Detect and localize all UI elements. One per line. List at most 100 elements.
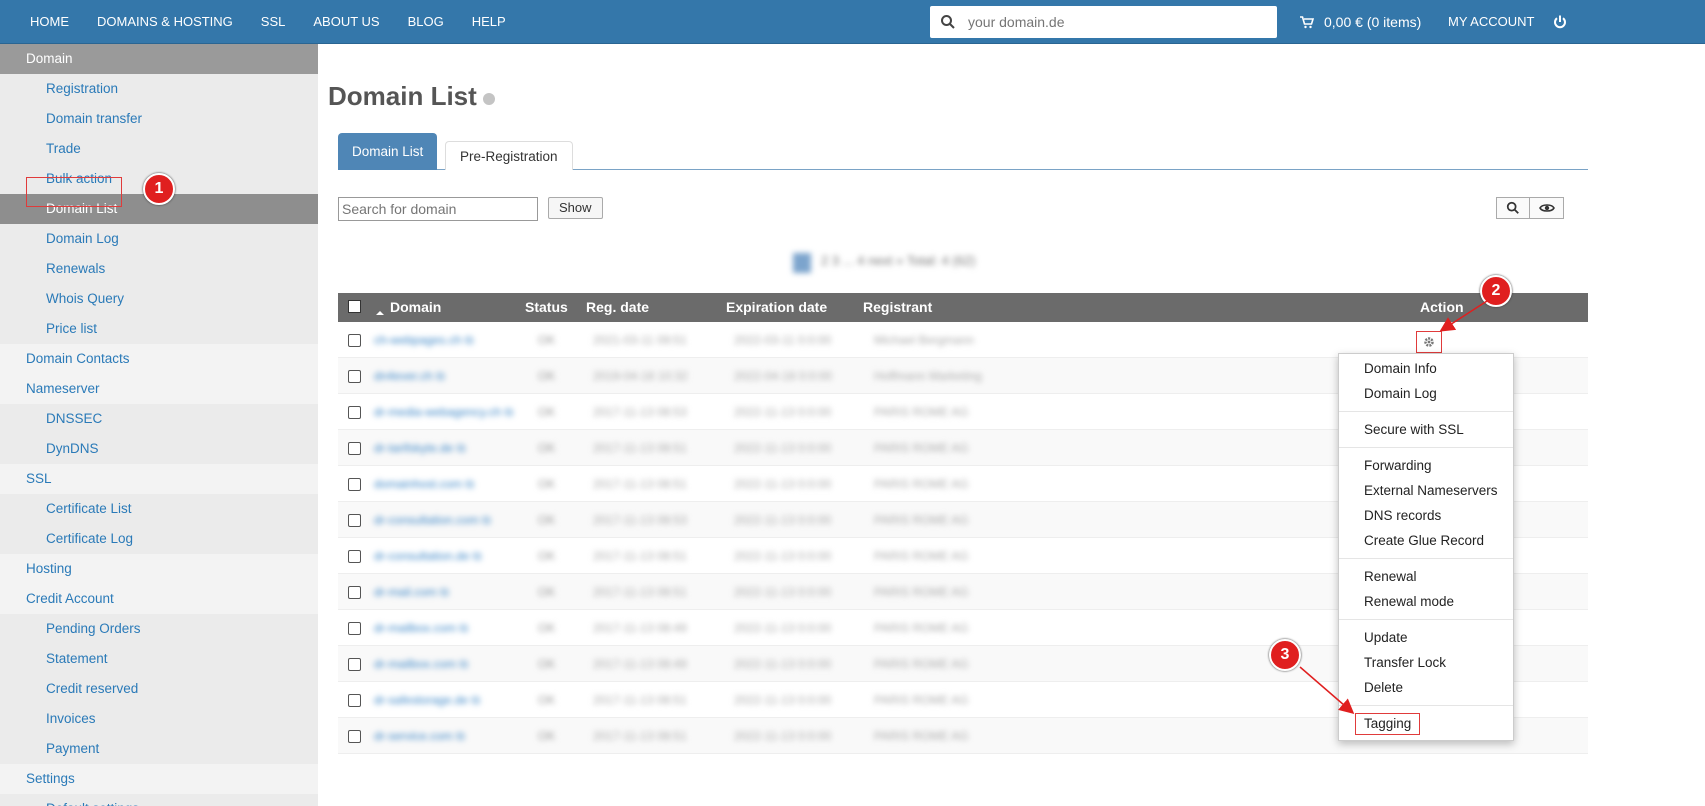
domain-link[interactable]: dn4ever.ch ⧉ — [374, 369, 445, 384]
menu-item-create-glue-record[interactable]: Create Glue Record — [1339, 528, 1513, 553]
my-account-link[interactable]: MY ACCOUNT — [1448, 0, 1534, 44]
column-registrant[interactable]: Registrant — [863, 293, 932, 322]
sidebar-item-statement[interactable]: Statement — [0, 644, 318, 674]
sidebar-item-credit-account[interactable]: Credit Account — [0, 584, 318, 614]
row-checkbox[interactable] — [348, 622, 361, 635]
sidebar-item-hosting[interactable]: Hosting — [0, 554, 318, 584]
status-value: OK — [538, 549, 556, 563]
menu-item-transfer-lock[interactable]: Transfer Lock — [1339, 650, 1513, 675]
column-reg-date[interactable]: Reg. date — [586, 293, 649, 322]
pagination-text: 2 3 ... 4 next » Total: 4 (62) — [821, 253, 976, 268]
domain-link[interactable]: ch-webpages.ch ⧉ — [374, 333, 473, 348]
menu-divider — [1339, 705, 1513, 706]
sidebar-item-invoices[interactable]: Invoices — [0, 704, 318, 734]
sidebar-item-nameserver[interactable]: Nameserver — [0, 374, 318, 404]
sidebar-item-pending-orders[interactable]: Pending Orders — [0, 614, 318, 644]
select-all-checkbox[interactable] — [348, 300, 361, 313]
sidebar-item-renewals[interactable]: Renewals — [0, 254, 318, 284]
menu-item-renewal[interactable]: Renewal — [1339, 564, 1513, 589]
pagination[interactable]: 2 3 ... 4 next » Total: 4 (62) — [793, 249, 1073, 277]
power-icon[interactable] — [1552, 14, 1568, 30]
row-checkbox[interactable] — [348, 694, 361, 707]
row-checkbox[interactable] — [348, 658, 361, 671]
sidebar-item-domain[interactable]: Domain — [0, 44, 318, 74]
row-checkbox[interactable] — [348, 442, 361, 455]
menu-item-forwarding[interactable]: Forwarding — [1339, 453, 1513, 478]
domain-link[interactable]: domainhost.com ⧉ — [374, 477, 474, 492]
nav-blog[interactable]: BLOG — [394, 0, 458, 44]
domain-link[interactable]: dr-mailbox.com ⧉ — [374, 657, 468, 672]
sidebar-item-payment[interactable]: Payment — [0, 734, 318, 764]
nav-about-us[interactable]: ABOUT US — [299, 0, 393, 44]
cart[interactable]: 0,00 € (0 items) — [1300, 0, 1421, 44]
row-checkbox[interactable] — [348, 370, 361, 383]
domain-link[interactable]: dr-tarifskyte.de ⧉ — [374, 441, 465, 456]
menu-item-domain-info[interactable]: Domain Info — [1339, 356, 1513, 381]
row-checkbox[interactable] — [348, 550, 361, 563]
row-checkbox[interactable] — [348, 514, 361, 527]
sidebar-item-price-list[interactable]: Price list — [0, 314, 318, 344]
sidebar-item-certificate-list[interactable]: Certificate List — [0, 494, 318, 524]
menu-item-update[interactable]: Update — [1339, 625, 1513, 650]
menu-item-secure-with-ssl[interactable]: Secure with SSL — [1339, 417, 1513, 442]
pagination-current-page[interactable] — [793, 253, 811, 273]
exp-date-value: 2022-11-13 0:0:00 — [734, 477, 832, 491]
sidebar-item-default-settings[interactable]: Default settings — [0, 794, 318, 806]
info-icon[interactable] — [482, 93, 495, 105]
row-checkbox[interactable] — [348, 586, 361, 599]
domain-search-input[interactable] — [968, 6, 1268, 38]
nav-home[interactable]: HOME — [16, 0, 83, 44]
row-checkbox[interactable] — [348, 406, 361, 419]
nav-help[interactable]: HELP — [458, 0, 520, 44]
menu-item-renewal-mode[interactable]: Renewal mode — [1339, 589, 1513, 614]
status-value: OK — [538, 333, 556, 347]
domain-link[interactable]: dr-consultation.de ⧉ — [374, 549, 481, 564]
reg-date-value: 2021-03-11 09:51 — [593, 333, 687, 347]
menu-item-delete[interactable]: Delete — [1339, 675, 1513, 700]
domain-link[interactable]: dr-service.com ⧉ — [374, 729, 465, 744]
row-checkbox[interactable] — [348, 334, 361, 347]
exp-date-value: 2022-11-13 0:0:00 — [734, 729, 832, 743]
nav-domains-hosting[interactable]: DOMAINS & HOSTING — [83, 0, 247, 44]
column-domain[interactable]: Domain — [390, 293, 441, 322]
sidebar-item-credit-reserved[interactable]: Credit reserved — [0, 674, 318, 704]
menu-item-domain-log[interactable]: Domain Log — [1339, 381, 1513, 406]
exp-date-value: 2022-11-13 0:0:00 — [734, 621, 832, 635]
menu-item-dns-records[interactable]: DNS records — [1339, 503, 1513, 528]
domain-link[interactable]: dr-mail.com ⧉ — [374, 585, 449, 600]
sidebar-item-certificate-log[interactable]: Certificate Log — [0, 524, 318, 554]
sidebar-item-registration[interactable]: Registration — [0, 74, 318, 104]
search-button[interactable] — [1496, 197, 1530, 219]
action-dropdown-menu: Domain Info Domain Log Secure with SSL F… — [1338, 353, 1514, 741]
show-button[interactable]: Show — [548, 197, 603, 219]
view-button[interactable] — [1530, 197, 1564, 219]
reg-date-value: 2017-11-13 08:49 — [593, 621, 687, 635]
row-checkbox[interactable] — [348, 730, 361, 743]
sidebar-item-domain-transfer[interactable]: Domain transfer — [0, 104, 318, 134]
exp-date-value: 2022-11-13 0:0:00 — [734, 549, 832, 563]
page-title-text: Domain List — [328, 81, 477, 111]
column-status[interactable]: Status — [525, 293, 568, 322]
domain-link[interactable]: dr-mailbox.com ⧉ — [374, 621, 468, 636]
sidebar-item-dnssec[interactable]: DNSSEC — [0, 404, 318, 434]
domain-filter-input[interactable] — [338, 197, 538, 221]
sidebar-item-ssl[interactable]: SSL — [0, 464, 318, 494]
sidebar-item-dyndns[interactable]: DynDNS — [0, 434, 318, 464]
sidebar-item-domain-log[interactable]: Domain Log — [0, 224, 318, 254]
tab-domain-list[interactable]: Domain List — [338, 133, 438, 170]
status-value: OK — [538, 585, 556, 599]
menu-item-external-nameservers[interactable]: External Nameservers — [1339, 478, 1513, 503]
row-checkbox[interactable] — [348, 478, 361, 491]
menu-item-tagging[interactable]: Tagging — [1339, 711, 1513, 736]
domain-link[interactable]: dr-media-webagency.ch ⧉ — [374, 405, 513, 420]
domain-link[interactable]: dr-safestorage.de ⧉ — [374, 693, 480, 708]
nav-ssl[interactable]: SSL — [247, 0, 300, 44]
column-expiration-date[interactable]: Expiration date — [726, 293, 827, 322]
row-action-button[interactable] — [1416, 331, 1442, 353]
sidebar-item-whois-query[interactable]: Whois Query — [0, 284, 318, 314]
domain-link[interactable]: dr-consultation.com ⧉ — [374, 513, 491, 528]
tab-pre-registration[interactable]: Pre-Registration — [445, 141, 573, 170]
sidebar-item-settings[interactable]: Settings — [0, 764, 318, 794]
sidebar-item-domain-contacts[interactable]: Domain Contacts — [0, 344, 318, 374]
sidebar-item-trade[interactable]: Trade — [0, 134, 318, 164]
